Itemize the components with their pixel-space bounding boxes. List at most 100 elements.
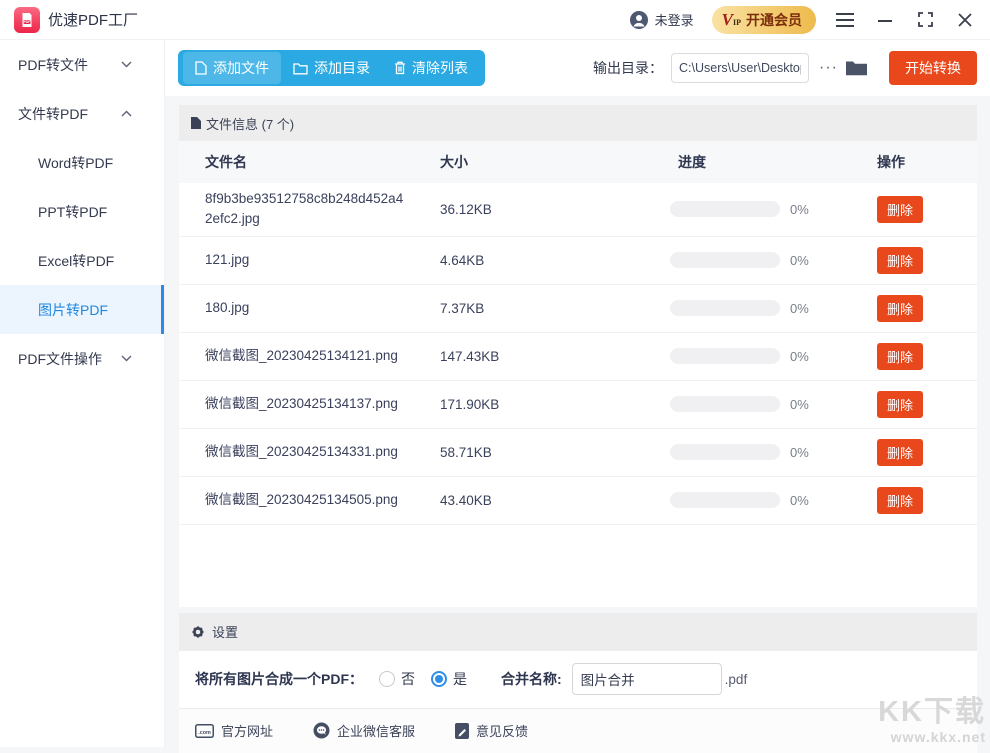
delete-button[interactable]: 删除 <box>877 439 923 466</box>
table-header: 文件名 大小 进度 操作 <box>179 141 977 183</box>
footer-link-1[interactable]: 企业微信客服 <box>313 721 415 740</box>
delete-button[interactable]: 删除 <box>877 487 923 514</box>
sidebar-item-label: PPT转PDF <box>38 202 107 222</box>
progress-percent: 0% <box>790 349 809 364</box>
menu-button[interactable] <box>834 9 856 31</box>
app-logo-icon: PDF <box>14 7 40 33</box>
sidebar-item-2[interactable]: Word转PDF <box>0 138 164 187</box>
col-filename: 文件名 <box>179 152 440 172</box>
merge-option-no[interactable]: 否 <box>379 669 415 689</box>
file-size: 43.40KB <box>440 493 670 508</box>
hamburger-icon <box>836 13 854 27</box>
maximize-icon <box>918 12 933 27</box>
trash-icon <box>394 61 406 75</box>
delete-button[interactable]: 删除 <box>877 196 923 223</box>
footer-link-label: 企业微信客服 <box>337 721 415 740</box>
output-dir-label: 输出目录： <box>593 58 663 78</box>
table-row: 微信截图_20230425134505.png43.40KB 0% 删除 <box>179 477 977 525</box>
pdf-extension-label: .pdf <box>725 672 748 687</box>
main-area: 添加文件 添加目录 清除列表 输出目录： ··· <box>165 40 990 747</box>
chevron-up-icon <box>121 110 132 117</box>
table-row: 微信截图_20230425134331.png58.71KB0%删除 <box>179 429 977 477</box>
delete-button[interactable]: 删除 <box>877 247 923 274</box>
radio-yes-icon[interactable] <box>431 671 447 687</box>
delete-button[interactable]: 删除 <box>877 295 923 322</box>
settings-header: 设置 <box>179 613 977 651</box>
footer-link-label: 官方网址 <box>221 721 273 740</box>
sidebar-item-label: 文件转PDF <box>18 104 88 124</box>
user-avatar-icon <box>629 10 649 30</box>
merge-option-yes[interactable]: 是 <box>431 669 467 689</box>
vip-icon: VIP <box>722 11 741 28</box>
file-name: 180.jpg <box>179 292 440 324</box>
file-name: 微信截图_20230425134505.png <box>179 484 440 516</box>
col-progress: 进度 <box>670 152 877 172</box>
open-folder-button[interactable] <box>846 60 867 77</box>
file-actions-group: 添加文件 添加目录 清除列表 <box>178 50 485 86</box>
sidebar-item-label: Excel转PDF <box>38 251 114 271</box>
svg-text:PDF: PDF <box>24 20 31 24</box>
vip-upgrade-button[interactable]: VIP 开通会员 <box>712 6 816 34</box>
file-name: 8f9b3be93512758c8b248d452a42efc2.jpg <box>179 183 440 236</box>
merge-name-input[interactable] <box>572 663 722 695</box>
file-info-title: 文件信息 (7 个) <box>206 114 294 133</box>
folder-icon <box>846 60 867 77</box>
browse-more-button[interactable]: ··· <box>819 60 838 76</box>
merge-name-label: 合并名称: <box>501 669 562 689</box>
document-icon <box>191 117 201 129</box>
add-directory-button[interactable]: 添加目录 <box>281 52 382 84</box>
svg-text:.com: .com <box>198 730 211 736</box>
file-size: 171.90KB <box>440 397 670 412</box>
file-name: 微信截图_20230425134331.png <box>179 436 440 468</box>
app-title: 优速PDF工厂 <box>48 9 138 30</box>
table-row: 8f9b3be93512758c8b248d452a42efc2.jpg36.1… <box>179 183 977 237</box>
clear-list-button[interactable]: 清除列表 <box>382 52 480 84</box>
sidebar-item-3[interactable]: PPT转PDF <box>0 187 164 236</box>
sidebar-item-label: PDF文件操作 <box>18 349 102 369</box>
footer-link-0[interactable]: .com 官方网址 <box>195 721 273 740</box>
sidebar-item-1[interactable]: 文件转PDF <box>0 89 164 138</box>
add-file-button[interactable]: 添加文件 <box>183 52 281 84</box>
file-size: 147.43KB <box>440 349 670 364</box>
file-table-body: 8f9b3be93512758c8b248d452a42efc2.jpg36.1… <box>179 183 977 525</box>
title-bar: PDF 优速PDF工厂 未登录 VIP 开通会员 <box>0 0 990 40</box>
delete-button[interactable]: 删除 <box>877 391 923 418</box>
progress-bar <box>670 252 780 268</box>
file-size: 4.64KB <box>440 253 670 268</box>
website-icon: .com <box>195 724 214 738</box>
start-convert-button[interactable]: 开始转换 <box>889 51 977 85</box>
file-name: 微信截图_20230425134137.png <box>179 388 440 420</box>
table-row: 微信截图_20230425134137.png171.90KB0%删除 <box>179 381 977 429</box>
sidebar-item-label: PDF转文件 <box>18 55 88 75</box>
app-window: PDF 优速PDF工厂 未登录 VIP 开通会员 <box>0 0 990 747</box>
login-area[interactable]: 未登录 <box>629 10 694 30</box>
radio-no-icon[interactable] <box>379 671 395 687</box>
delete-button[interactable]: 删除 <box>877 343 923 370</box>
sidebar-item-0[interactable]: PDF转文件 <box>0 40 164 89</box>
progress-bar <box>670 396 780 412</box>
sidebar-item-4[interactable]: Excel转PDF <box>0 236 164 285</box>
chevron-down-icon <box>121 355 132 362</box>
close-icon <box>958 13 972 27</box>
file-panel: 文件信息 (7 个) 文件名 大小 进度 操作 8f9b3be93512758c… <box>179 105 977 607</box>
minimize-icon <box>878 13 892 27</box>
add-folder-icon <box>293 62 308 75</box>
file-name: 微信截图_20230425134121.png <box>179 340 440 372</box>
progress-percent: 0% <box>790 253 809 268</box>
sidebar-item-5[interactable]: 图片转PDF <box>0 285 164 334</box>
progress-percent: 0% <box>790 493 809 508</box>
progress-bar <box>670 201 780 217</box>
sidebar-item-6[interactable]: PDF文件操作 <box>0 334 164 383</box>
maximize-button[interactable] <box>914 9 936 31</box>
sidebar: PDF转文件文件转PDF Word转PDF PPT转PDF Excel转PDF 图片转P… <box>0 40 165 747</box>
sidebar-item-label: 图片转PDF <box>38 300 108 320</box>
progress-bar <box>670 492 780 508</box>
col-size: 大小 <box>440 152 670 172</box>
progress-percent: 0% <box>790 301 809 316</box>
output-dir-input[interactable] <box>671 53 809 83</box>
minimize-button[interactable] <box>874 9 896 31</box>
footer-link-label: 意见反馈 <box>476 721 528 740</box>
close-button[interactable] <box>954 9 976 31</box>
footer-link-2[interactable]: 意见反馈 <box>455 721 528 740</box>
login-status[interactable]: 未登录 <box>655 10 694 29</box>
